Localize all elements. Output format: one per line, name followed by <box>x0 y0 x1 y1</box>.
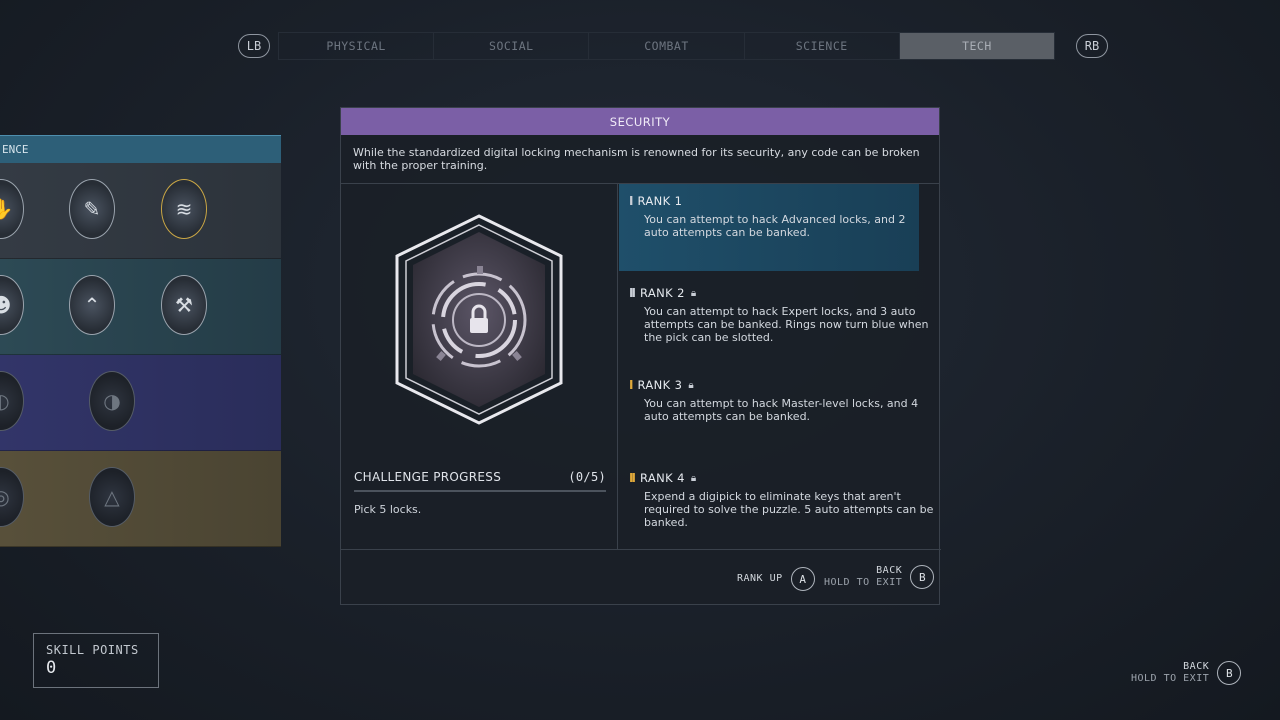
skill-tree-science: ENCE ✋ ✎ ≋ ☻ ⌃ ⚒ ◐ ◑ ◎ △ <box>0 135 281 550</box>
rank-pips: II <box>629 286 636 300</box>
lock-icon: 🔒︎ <box>690 287 697 299</box>
lb-bumper-button[interactable]: LB <box>238 34 270 58</box>
category-tabs: PHYSICAL SOCIAL COMBAT SCIENCE TECH <box>278 32 1055 60</box>
tree-row-3: ◐ ◑ <box>0 355 281 451</box>
hold-to-exit-label: HOLD TO EXIT <box>824 577 903 588</box>
skill-badge-document-icon[interactable]: ✎ <box>69 179 115 239</box>
rank-pips: I <box>629 378 634 392</box>
rank-text: You can attempt to hack Advanced locks, … <box>644 213 906 239</box>
rank-list: I RANK 1 You can attempt to hack Advance… <box>619 184 941 549</box>
skill-body: CHALLENGE PROGRESS (0/5) Pick 5 locks. I… <box>341 184 941 549</box>
lock-icon: 🔒︎ <box>688 379 695 391</box>
skill-badge-astronaut-icon[interactable]: ☻ <box>0 275 24 335</box>
rank-label: RANK 2 <box>639 286 685 300</box>
global-back-label: BACK <box>1183 661 1210 672</box>
skill-detail-panel: SECURITY While the standardized digital … <box>340 107 941 606</box>
skill-badge-locked-4-icon[interactable]: △ <box>89 467 135 527</box>
rank-pips: II <box>629 471 636 485</box>
challenge-count: (0/5) <box>568 470 606 484</box>
rank-text: Expend a digipick to eliminate keys that… <box>644 490 934 529</box>
tab-combat[interactable]: COMBAT <box>589 33 745 59</box>
back-label: BACK <box>876 565 903 576</box>
skill-art-column: CHALLENGE PROGRESS (0/5) Pick 5 locks. <box>341 184 618 549</box>
tab-science[interactable]: SCIENCE <box>745 33 900 59</box>
skill-badge-chevron-icon[interactable]: ⌃ <box>69 275 115 335</box>
b-button-icon[interactable]: B <box>910 565 935 589</box>
tab-social[interactable]: SOCIAL <box>434 33 590 59</box>
rank-1[interactable]: I RANK 1 You can attempt to hack Advance… <box>619 184 919 271</box>
rb-bumper-button[interactable]: RB <box>1076 34 1108 58</box>
back-hint[interactable]: BACK HOLD TO EXIT B <box>824 565 935 589</box>
rank-up-hint[interactable]: RANK UP A <box>737 567 815 591</box>
skill-points-label: SKILL POINTS <box>46 643 139 657</box>
challenge-progress: CHALLENGE PROGRESS (0/5) Pick 5 locks. <box>354 470 606 516</box>
skill-badge-locked-1-icon[interactable]: ◐ <box>0 371 24 431</box>
security-lock-emblem-icon <box>395 214 563 425</box>
skill-badge-wrench-icon[interactable]: ⚒ <box>161 275 207 335</box>
rank-2[interactable]: II RANK 2 🔒︎ You can attempt to hack Exp… <box>619 286 941 344</box>
tree-row-2: ☻ ⌃ ⚒ <box>0 259 281 355</box>
global-b-button-icon[interactable]: B <box>1217 661 1242 685</box>
skill-badge-glove-icon[interactable]: ✋ <box>0 179 24 239</box>
global-hold-to-exit-label: HOLD TO EXIT <box>1131 673 1210 684</box>
challenge-label: CHALLENGE PROGRESS <box>354 470 502 484</box>
lock-icon: 🔒︎ <box>690 472 697 484</box>
rank-label: RANK 1 <box>637 194 683 208</box>
panel-footer: RANK UP A BACK HOLD TO EXIT B <box>341 549 941 606</box>
rank-label: RANK 3 <box>637 378 683 392</box>
rank-3[interactable]: I RANK 3 🔒︎ You can attempt to hack Mast… <box>619 378 941 423</box>
tree-row-4: ◎ △ <box>0 451 281 547</box>
skill-category-bar: LB PHYSICAL SOCIAL COMBAT SCIENCE TECH R… <box>238 32 1108 60</box>
skill-title: SECURITY <box>341 108 939 135</box>
tree-header: ENCE <box>0 135 281 163</box>
skill-points-box: SKILL POINTS 0 <box>33 633 159 688</box>
a-button-icon[interactable]: A <box>790 567 815 591</box>
rank-4[interactable]: II RANK 4 🔒︎ Expend a digipick to elimin… <box>619 471 941 529</box>
rank-pips: I <box>629 194 634 208</box>
rank-text: You can attempt to hack Expert locks, an… <box>644 305 929 344</box>
skill-badge-signal-icon[interactable]: ≋ <box>161 179 207 239</box>
skill-badge-locked-2-icon[interactable]: ◑ <box>89 371 135 431</box>
tab-physical[interactable]: PHYSICAL <box>279 33 435 59</box>
rank-up-label: RANK UP <box>737 573 783 584</box>
tab-tech[interactable]: TECH <box>899 33 1055 59</box>
tree-row-1: ✋ ✎ ≋ <box>0 163 281 259</box>
rank-label: RANK 4 <box>639 471 685 485</box>
global-back-hint[interactable]: BACK HOLD TO EXIT B <box>1131 661 1242 685</box>
skill-description: While the standardized digital locking m… <box>341 135 939 184</box>
skill-badge-locked-3-icon[interactable]: ◎ <box>0 467 24 527</box>
skill-points-value: 0 <box>46 658 57 678</box>
rank-text: You can attempt to hack Master-level loc… <box>644 397 919 423</box>
challenge-text: Pick 5 locks. <box>354 503 422 516</box>
